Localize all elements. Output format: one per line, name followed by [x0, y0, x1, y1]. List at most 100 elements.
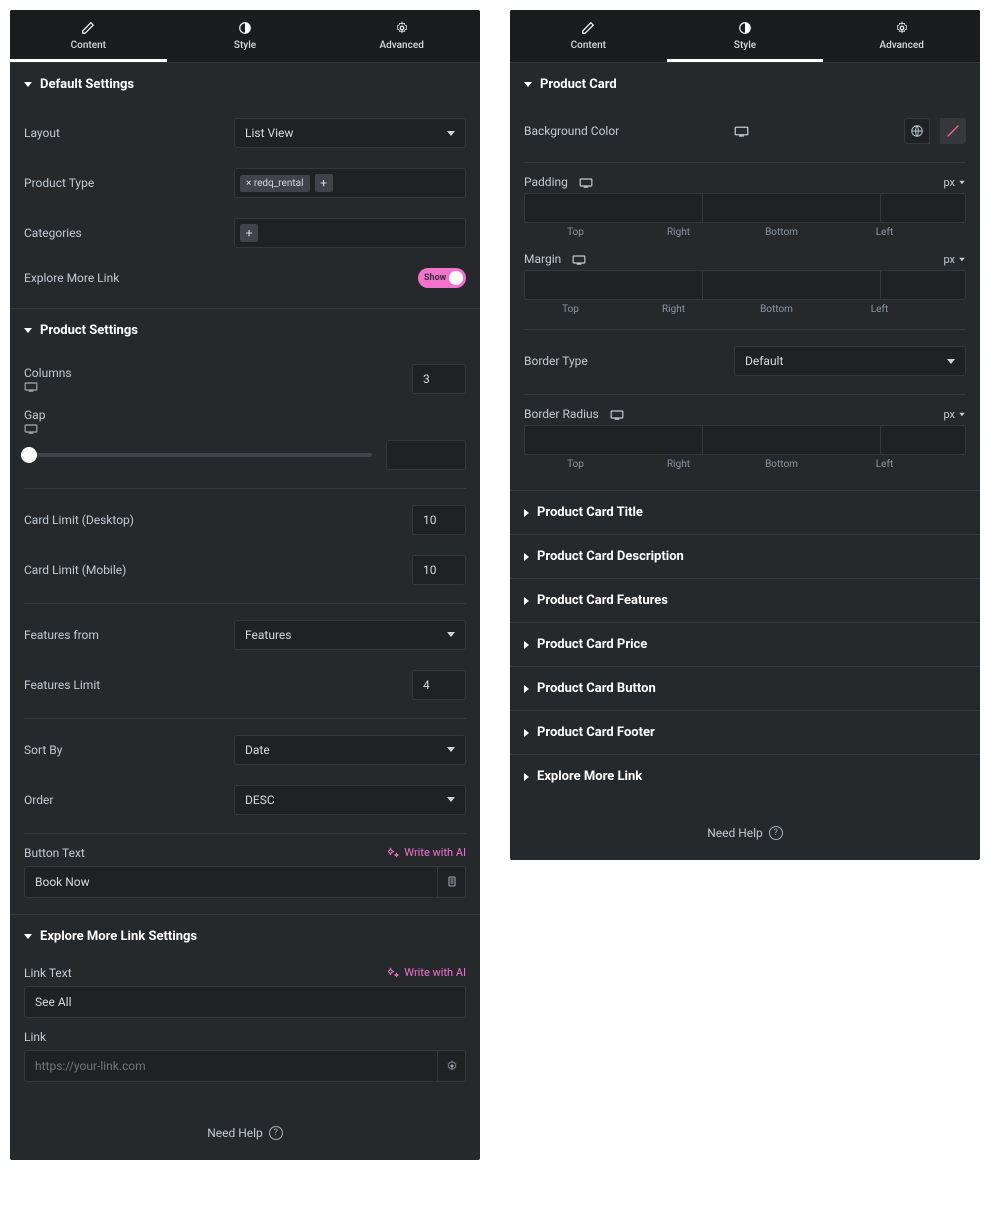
- responsive-icon[interactable]: [572, 254, 586, 265]
- layout-select[interactable]: List View: [234, 118, 466, 148]
- tab-style[interactable]: Style: [167, 10, 324, 62]
- order-select[interactable]: DESC: [234, 785, 466, 815]
- side-label-right: Right: [627, 223, 730, 238]
- margin-top-input[interactable]: [525, 271, 703, 299]
- radius-bottom-input[interactable]: [881, 426, 966, 454]
- explore-more-toggle[interactable]: Show: [418, 268, 466, 288]
- caret-down-icon: [24, 934, 32, 939]
- link-text-input[interactable]: [25, 987, 465, 1017]
- sort-by-select[interactable]: Date: [234, 735, 466, 765]
- content-panel: Content Style Advanced Default Settings: [10, 10, 480, 1160]
- section-title: Explore More Link Settings: [40, 929, 197, 944]
- responsive-icon[interactable]: [610, 409, 624, 420]
- padding-bottom-input[interactable]: [881, 194, 966, 222]
- responsive-icon[interactable]: [24, 381, 224, 392]
- caret-right-icon: [524, 641, 529, 649]
- help-icon: ?: [269, 1126, 283, 1140]
- color-picker-button[interactable]: [940, 118, 966, 144]
- tab-content-label: Content: [71, 40, 106, 51]
- gap-input[interactable]: [386, 440, 466, 470]
- card-limit-mobile-input[interactable]: [412, 555, 466, 585]
- side-label-top: Top: [524, 223, 627, 238]
- contrast-icon: [737, 20, 753, 36]
- features-limit-input[interactable]: [412, 670, 466, 700]
- product-type-label: Product Type: [24, 176, 224, 190]
- section-product-card[interactable]: Product Card: [510, 63, 980, 106]
- responsive-icon[interactable]: [579, 177, 593, 188]
- write-with-ai-button[interactable]: Write with AI: [388, 846, 466, 859]
- columns-input[interactable]: [412, 364, 466, 394]
- style-panel: Content Style Advanced Product Card Back…: [510, 10, 980, 860]
- chevron-down-icon: [447, 632, 455, 637]
- tab-content[interactable]: Content: [510, 10, 667, 62]
- section-product-card-button[interactable]: Product Card Button: [510, 666, 980, 710]
- categories-label: Categories: [24, 226, 224, 240]
- section-default-settings[interactable]: Default Settings: [10, 63, 480, 106]
- margin-right-input[interactable]: [703, 271, 881, 299]
- radius-inputs: [524, 425, 966, 455]
- responsive-icon[interactable]: [734, 125, 749, 137]
- section-title: Product Card: [540, 77, 617, 92]
- section-product-card-price[interactable]: Product Card Price: [510, 622, 980, 666]
- link-text-input-wrap: [24, 986, 466, 1018]
- caret-right-icon: [524, 685, 529, 693]
- margin-bottom-input[interactable]: [881, 271, 966, 299]
- chevron-down-icon: [447, 797, 455, 802]
- chevron-down-icon: [959, 412, 965, 416]
- margin-unit-select[interactable]: px: [943, 253, 966, 266]
- border-type-select[interactable]: Default: [734, 346, 966, 376]
- card-limit-mobile-label: Card Limit (Mobile): [24, 563, 224, 577]
- chevron-down-icon: [447, 747, 455, 752]
- side-label-left: Left: [833, 300, 926, 315]
- need-help-link[interactable]: Need Help ?: [510, 798, 980, 860]
- button-text-input[interactable]: [25, 867, 437, 897]
- link-options-button[interactable]: [437, 1051, 465, 1081]
- radius-right-input[interactable]: [703, 426, 881, 454]
- add-product-type-button[interactable]: +: [315, 174, 333, 192]
- side-label-bottom: Bottom: [730, 223, 833, 238]
- layout-label: Layout: [24, 126, 224, 140]
- section-product-card-description[interactable]: Product Card Description: [510, 534, 980, 578]
- section-product-card-features[interactable]: Product Card Features: [510, 578, 980, 622]
- link-input[interactable]: [25, 1051, 437, 1081]
- tab-style[interactable]: Style: [667, 10, 824, 62]
- section-explore-more-link[interactable]: Explore More Link: [510, 754, 980, 798]
- caret-right-icon: [524, 729, 529, 737]
- order-label: Order: [24, 793, 224, 807]
- dynamic-tags-button[interactable]: [437, 867, 465, 897]
- features-from-select[interactable]: Features: [234, 620, 466, 650]
- product-type-tag[interactable]: × redq_rental: [240, 175, 310, 192]
- radius-unit-select[interactable]: px: [943, 408, 966, 421]
- border-type-label: Border Type: [524, 354, 724, 368]
- tab-content[interactable]: Content: [10, 10, 167, 62]
- card-limit-desktop-input[interactable]: [412, 505, 466, 535]
- section-product-card-footer[interactable]: Product Card Footer: [510, 710, 980, 754]
- write-with-ai-button[interactable]: Write with AI: [388, 966, 466, 979]
- padding-unit-select[interactable]: px: [943, 176, 966, 189]
- need-help-link[interactable]: Need Help ?: [10, 1098, 480, 1160]
- collapsed-sections: Product Card Title Product Card Descript…: [510, 490, 980, 798]
- gap-slider[interactable]: [24, 453, 372, 457]
- side-label-right: Right: [627, 455, 730, 470]
- section-product-settings[interactable]: Product Settings: [10, 308, 480, 352]
- padding-right-input[interactable]: [703, 194, 881, 222]
- tab-advanced[interactable]: Advanced: [823, 10, 980, 62]
- section-product-card-title[interactable]: Product Card Title: [510, 490, 980, 534]
- caret-down-icon: [24, 328, 32, 333]
- chevron-down-icon: [447, 131, 455, 136]
- padding-top-input[interactable]: [525, 194, 703, 222]
- global-color-button[interactable]: [904, 118, 930, 144]
- gap-label: Gap: [24, 408, 53, 434]
- help-icon: ?: [769, 826, 783, 840]
- link-input-wrap: [24, 1050, 466, 1082]
- product-type-input[interactable]: × redq_rental +: [234, 168, 466, 198]
- radius-top-input[interactable]: [525, 426, 703, 454]
- add-category-button[interactable]: +: [240, 224, 258, 242]
- categories-input[interactable]: +: [234, 218, 466, 248]
- side-label-bottom: Bottom: [730, 300, 823, 315]
- tab-advanced[interactable]: Advanced: [323, 10, 480, 62]
- responsive-icon[interactable]: [24, 423, 53, 434]
- pencil-icon: [580, 20, 596, 36]
- slider-knob[interactable]: [21, 447, 37, 463]
- section-explore-more-settings[interactable]: Explore More Link Settings: [10, 914, 480, 958]
